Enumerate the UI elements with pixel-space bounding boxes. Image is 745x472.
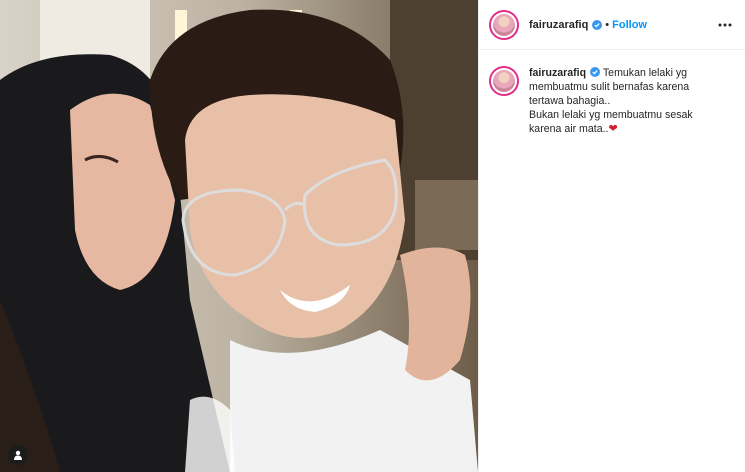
caption-line-2: membuatmu sulit bernafas karena: [529, 81, 690, 93]
caption-text: fairuzarafiq Temukan lelaki yg membuatmu…: [529, 66, 729, 136]
caption-username[interactable]: fairuzarafiq: [529, 67, 586, 79]
separator-dot: •: [605, 18, 610, 31]
caption-line-1: Temukan lelaki yg: [602, 67, 688, 79]
caption-line-3: tertawa bahagia..: [529, 95, 611, 107]
couple-selfie-image: [0, 0, 478, 472]
user-tag-icon: [14, 450, 22, 460]
header-username[interactable]: fairuzarafiq: [529, 19, 588, 31]
post-header: fairuzarafiq • Follow: [479, 0, 745, 50]
more-options-icon: [718, 23, 732, 26]
follow-button[interactable]: Follow: [612, 19, 647, 31]
post-caption: fairuzarafiq Temukan lelaki yg membuatmu…: [479, 50, 745, 136]
verified-badge-icon: [592, 19, 603, 30]
more-options-button[interactable]: [715, 15, 735, 35]
post-side-panel: fairuzarafiq • Follow fairuzarafiq Temuk…: [478, 0, 745, 472]
verified-badge-icon: [590, 67, 601, 77]
caption-line-4: Bukan lelaki yg membuatmu sesak: [529, 109, 693, 121]
caption-line-5: karena air mata..: [529, 123, 609, 135]
post-photo[interactable]: [0, 0, 478, 472]
avatar[interactable]: [489, 9, 519, 40]
red-heart-emoji: ❤: [608, 123, 618, 135]
caption-avatar[interactable]: [489, 66, 519, 96]
tag-button[interactable]: [8, 445, 28, 465]
